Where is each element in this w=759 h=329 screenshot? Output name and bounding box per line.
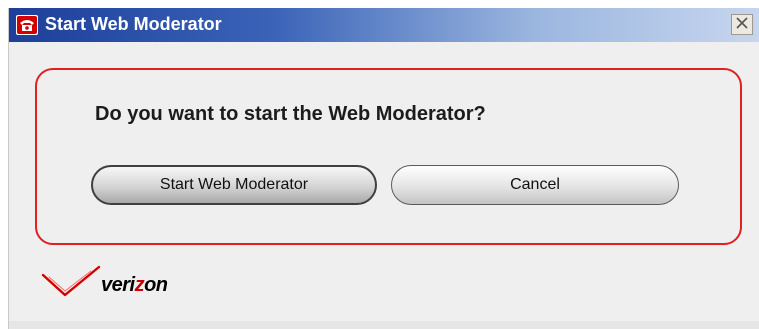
dialog-window: Start Web Moderator Do you want to start… (8, 8, 759, 329)
logo-prefix: veri (101, 274, 135, 296)
logo-suffix: on (144, 274, 168, 296)
confirmation-question: Do you want to start the Web Moderator? (95, 103, 486, 125)
window-title: Start Web Moderator (45, 14, 222, 34)
start-web-moderator-button[interactable]: Start Web Moderator (91, 165, 377, 205)
cancel-button[interactable]: Cancel (391, 165, 679, 205)
window-bottom-edge (9, 321, 759, 329)
title-bar[interactable]: Start Web Moderator (9, 8, 759, 42)
logo-z: z (134, 274, 145, 296)
verizon-logo: verizon (101, 274, 168, 297)
close-icon (736, 16, 748, 34)
close-button[interactable] (731, 14, 753, 35)
telephone-icon (16, 15, 38, 35)
confirmation-panel (35, 68, 742, 245)
